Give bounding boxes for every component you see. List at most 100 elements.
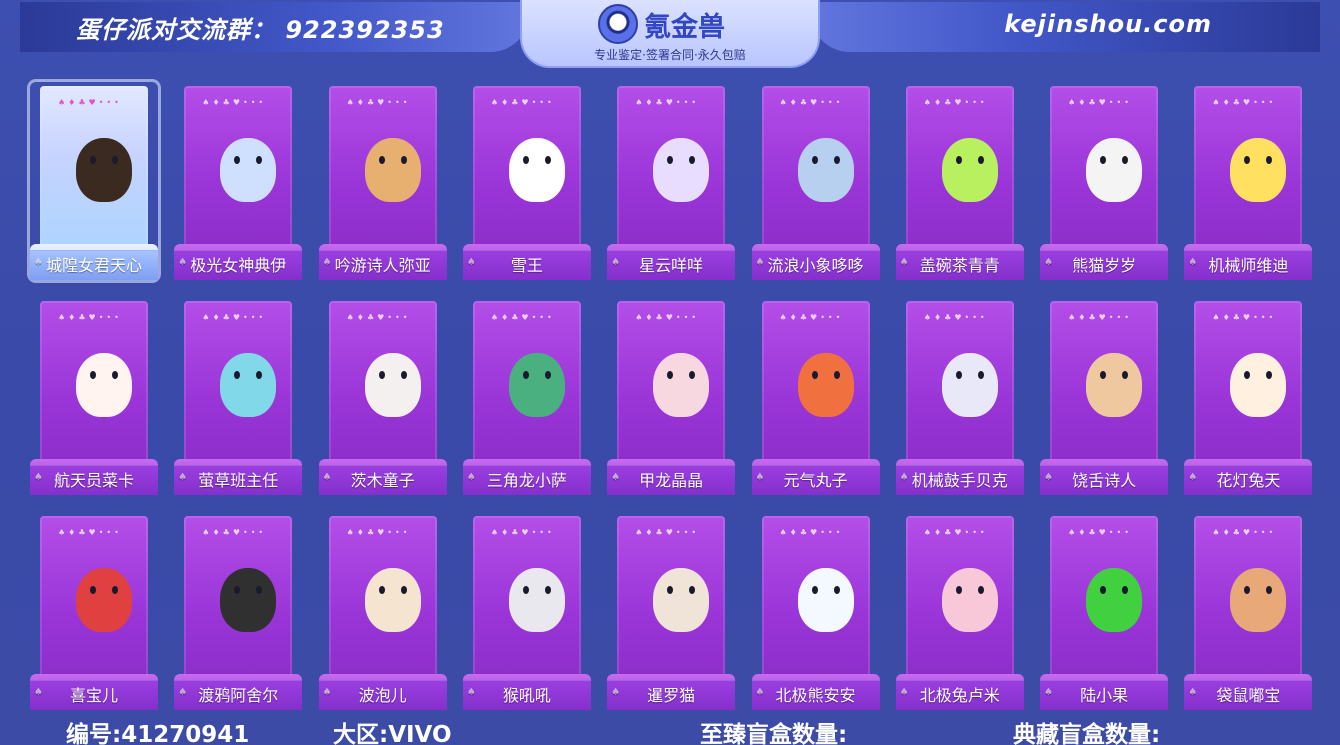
spade-icon: ♠ bbox=[34, 257, 43, 268]
skin-card[interactable]: ♠♦♣♥••• ♠ 波泡儿 bbox=[318, 512, 447, 710]
skin-name: 饶舌诗人 bbox=[1072, 471, 1137, 490]
suit-pattern-icon: ♠♦♣♥••• bbox=[202, 313, 267, 322]
skin-name: 星云咩咩 bbox=[639, 256, 704, 275]
character-figure-icon bbox=[797, 568, 854, 632]
skin-card[interactable]: ♠♦♣♥••• ♠ 航天员菜卡 bbox=[30, 297, 158, 495]
logo-badge: 氪金兽 专业鉴定·签署合同·永久包赔 bbox=[520, 0, 820, 68]
card-display-frame: ♠♦♣♥••• bbox=[1184, 301, 1313, 483]
suit-pattern-icon: ♠♦♣♥••• bbox=[490, 528, 555, 537]
character-figure-icon bbox=[1230, 138, 1287, 202]
card-display-frame: ♠♦♣♥••• bbox=[1040, 86, 1169, 268]
card-display-frame: ♠♦♣♥••• bbox=[30, 86, 158, 268]
card-display-frame: ♠♦♣♥••• bbox=[607, 86, 736, 268]
skin-name: 熊猫岁岁 bbox=[1072, 256, 1137, 275]
skin-card[interactable]: ♠♦♣♥••• ♠ 北极熊安安 bbox=[751, 512, 880, 710]
skin-card[interactable]: ♠♦♣♥••• ♠ 机械师维迪 bbox=[1184, 82, 1313, 280]
skin-name-label: ♠ 北极兔卢米 bbox=[895, 680, 1024, 710]
skin-card[interactable]: ♠♦♣♥••• ♠ 茨木童子 bbox=[318, 297, 447, 495]
suit-pattern-icon: ♠♦♣♥••• bbox=[635, 98, 700, 107]
suit-pattern-icon: ♠♦♣♥••• bbox=[779, 98, 844, 107]
character-figure-icon bbox=[220, 138, 277, 202]
character-figure-icon bbox=[653, 568, 710, 632]
mascot-logo-icon bbox=[598, 4, 638, 44]
card-display-frame: ♠♦♣♥••• bbox=[895, 516, 1024, 698]
character-figure-icon bbox=[1086, 353, 1143, 417]
skin-card[interactable]: ♠♦♣♥••• ♠ 北极兔卢米 bbox=[895, 512, 1024, 710]
skin-name: 航天员菜卡 bbox=[53, 471, 134, 490]
character-figure-icon bbox=[797, 353, 854, 417]
skin-card[interactable]: ♠♦♣♥••• ♠ 雪王 bbox=[462, 82, 591, 280]
character-figure-icon bbox=[1086, 138, 1143, 202]
spade-icon: ♠ bbox=[466, 257, 476, 268]
character-figure-icon bbox=[1086, 568, 1143, 632]
spade-icon: ♠ bbox=[1044, 472, 1054, 483]
spade-icon: ♠ bbox=[755, 687, 765, 698]
skin-name-label: ♠ 极光女神典伊 bbox=[174, 250, 303, 280]
skin-name: 茨木童子 bbox=[350, 471, 415, 490]
spade-icon: ♠ bbox=[1188, 257, 1198, 268]
skin-card[interactable]: ♠♦♣♥••• ♠ 盖碗茶青青 bbox=[895, 82, 1024, 280]
card-display-frame: ♠♦♣♥••• bbox=[1184, 516, 1313, 698]
character-figure-icon bbox=[76, 138, 132, 202]
spade-icon: ♠ bbox=[322, 472, 332, 483]
skin-card[interactable]: ♠♦♣♥••• ♠ 熊猫岁岁 bbox=[1040, 82, 1169, 280]
skin-card[interactable]: ♠♦♣♥••• ♠ 陆小果 bbox=[1040, 512, 1169, 710]
suit-pattern-icon: ♠♦♣♥••• bbox=[490, 98, 555, 107]
character-figure-icon bbox=[653, 353, 710, 417]
skin-card[interactable]: ♠♦♣♥••• ♠ 甲龙晶晶 bbox=[607, 297, 736, 495]
skin-name: 机械鼓手贝克 bbox=[911, 471, 1008, 490]
skin-name-label: ♠ 熊猫岁岁 bbox=[1040, 250, 1169, 280]
suit-pattern-icon: ♠♦♣♥••• bbox=[779, 313, 844, 322]
spade-icon: ♠ bbox=[1188, 687, 1198, 698]
skin-card[interactable]: ♠♦♣♥••• ♠ 喜宝儿 bbox=[30, 512, 158, 710]
skin-card[interactable]: ♠♦♣♥••• ♠ 机械鼓手贝克 bbox=[895, 297, 1024, 495]
logo-name: 氪金兽 bbox=[644, 11, 725, 43]
suit-pattern-icon: ♠♦♣♥••• bbox=[1068, 313, 1132, 322]
spade-icon: ♠ bbox=[178, 257, 188, 268]
spade-icon: ♠ bbox=[178, 472, 188, 483]
skin-card[interactable]: ♠♦♣♥••• ♠ 饶舌诗人 bbox=[1040, 297, 1169, 495]
skin-name: 花灯兔天 bbox=[1216, 471, 1281, 490]
card-display-frame: ♠♦♣♥••• bbox=[30, 301, 158, 483]
suit-pattern-icon: ♠♦♣♥••• bbox=[346, 528, 411, 537]
skin-card[interactable]: ♠♦♣♥••• ♠ 猴吼吼 bbox=[462, 512, 591, 710]
card-display-frame: ♠♦♣♥••• bbox=[318, 516, 447, 698]
spade-icon: ♠ bbox=[755, 472, 765, 483]
skin-card[interactable]: ♠♦♣♥••• ♠ 星云咩咩 bbox=[607, 82, 736, 280]
skin-card[interactable]: ♠♦♣♥••• ♠ 元气丸子 bbox=[751, 297, 880, 495]
character-figure-icon bbox=[508, 138, 565, 202]
suit-pattern-icon: ♠♦♣♥••• bbox=[635, 313, 700, 322]
spade-icon: ♠ bbox=[611, 687, 621, 698]
suit-pattern-icon: ♠♦♣♥••• bbox=[635, 528, 700, 537]
suit-pattern-icon: ♠♦♣♥••• bbox=[58, 98, 122, 107]
skin-name-label: ♠ 北极熊安安 bbox=[751, 680, 880, 710]
skin-card[interactable]: ♠♦♣♥••• ♠ 极光女神典伊 bbox=[174, 82, 303, 280]
skin-card[interactable]: ♠♦♣♥••• ♠ 花灯兔天 bbox=[1184, 297, 1313, 495]
character-figure-icon bbox=[220, 353, 277, 417]
character-figure-icon bbox=[364, 568, 421, 632]
character-figure-icon bbox=[941, 568, 998, 632]
skin-card[interactable]: ♠♦♣♥••• ♠ 袋鼠嘟宝 bbox=[1184, 512, 1313, 710]
site-url[interactable]: kejinshou.com bbox=[1004, 10, 1212, 38]
skin-name-label: ♠ 三角龙小萨 bbox=[462, 465, 591, 495]
skin-card[interactable]: ♠♦♣♥••• ♠ 流浪小象哆哆 bbox=[751, 82, 880, 280]
card-display-frame: ♠♦♣♥••• bbox=[174, 86, 303, 268]
skin-name: 流浪小象哆哆 bbox=[767, 256, 864, 275]
card-display-frame: ♠♦♣♥••• bbox=[462, 86, 591, 268]
card-display-frame: ♠♦♣♥••• bbox=[607, 516, 736, 698]
character-figure-icon bbox=[797, 138, 854, 202]
spade-icon: ♠ bbox=[899, 257, 909, 268]
card-display-frame: ♠♦♣♥••• bbox=[318, 301, 447, 483]
character-figure-icon bbox=[76, 353, 132, 417]
skin-name: 三角龙小萨 bbox=[486, 471, 567, 490]
skin-card[interactable]: ♠♦♣♥••• ♠ 城隍女君天心 bbox=[30, 82, 158, 280]
skin-card[interactable]: ♠♦♣♥••• ♠ 三角龙小萨 bbox=[462, 297, 591, 495]
skin-card[interactable]: ♠♦♣♥••• ♠ 暹罗猫 bbox=[607, 512, 736, 710]
skin-name-label: ♠ 茨木童子 bbox=[318, 465, 447, 495]
suit-pattern-icon: ♠♦♣♥••• bbox=[202, 528, 267, 537]
skin-name-label: ♠ 盖碗茶青青 bbox=[895, 250, 1024, 280]
skin-card[interactable]: ♠♦♣♥••• ♠ 萤草班主任 bbox=[174, 297, 303, 495]
skin-card[interactable]: ♠♦♣♥••• ♠ 吟游诗人弥亚 bbox=[318, 82, 447, 280]
suit-pattern-icon: ♠♦♣♥••• bbox=[346, 98, 411, 107]
skin-card[interactable]: ♠♦♣♥••• ♠ 渡鸦阿舍尔 bbox=[174, 512, 303, 710]
